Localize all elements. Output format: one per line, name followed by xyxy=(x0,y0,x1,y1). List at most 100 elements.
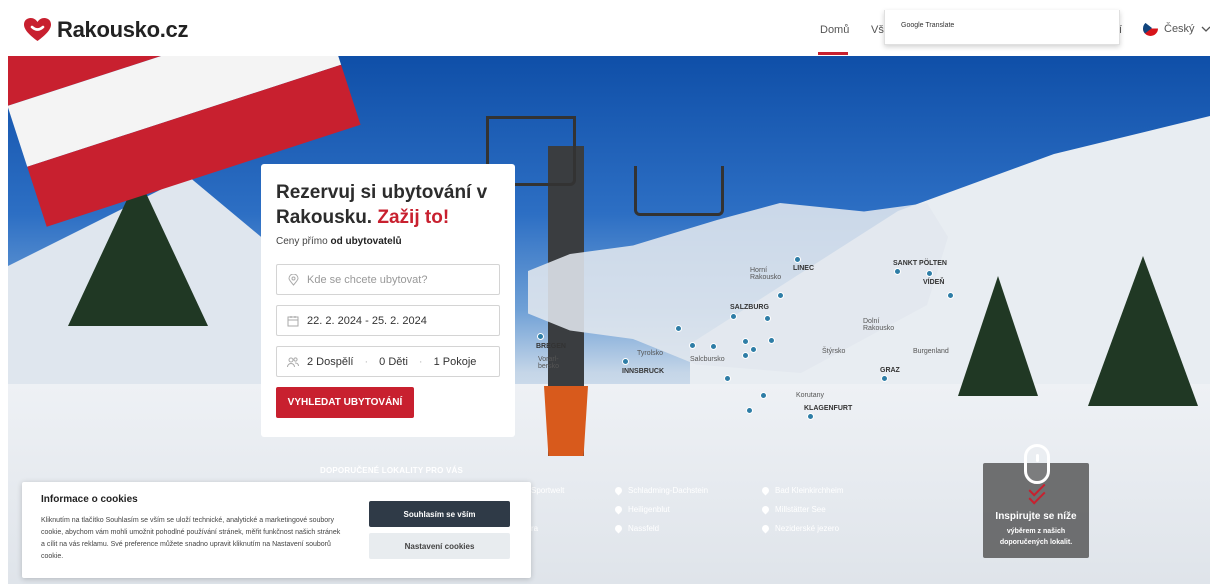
map-pin[interactable] xyxy=(537,333,544,340)
people-icon xyxy=(287,356,300,368)
accept-all-cookies-button[interactable]: Souhlasím se vším xyxy=(369,501,510,527)
nav-active-indicator xyxy=(818,52,848,55)
map-pin[interactable] xyxy=(622,358,629,365)
location-label: Millstätter See xyxy=(775,505,826,514)
heart-logo-icon xyxy=(24,18,51,41)
separator-dot: · xyxy=(364,355,369,368)
calendar-icon xyxy=(287,315,299,327)
location-link[interactable]: Heiligenblut xyxy=(613,504,670,515)
google-translate-bar: Google Translate xyxy=(884,10,1120,45)
map-pin[interactable] xyxy=(894,268,901,275)
inspire-text: výběrem z našich doporučených lokalit. xyxy=(999,528,1073,546)
czech-flag-icon xyxy=(1143,21,1158,36)
search-card: Rezervuj si ubytování v Rakousku. Zažij … xyxy=(261,164,515,437)
map-label-city: LINEC xyxy=(793,265,814,272)
map-label-region: Tyrolsko xyxy=(637,350,664,357)
map-pin[interactable] xyxy=(760,392,767,399)
lift-pylon-padding xyxy=(544,386,588,456)
cookie-text: Kliknutím na tlačítko Souhlasím se vším … xyxy=(41,517,341,560)
map-pin[interactable] xyxy=(742,352,749,359)
pin-icon xyxy=(760,523,771,534)
guests-children: 0 Děti xyxy=(379,355,408,368)
map-label-city: SALZBURG xyxy=(730,304,769,311)
location-label: Bad Kleinkirchheim xyxy=(775,486,844,495)
map-label-region: Korutany xyxy=(796,392,825,399)
map-label-region: Vorarl- bersko xyxy=(538,356,560,370)
map-label-region: Horní Rakousko xyxy=(750,267,782,281)
location-input[interactable]: Kde se chcete ubytovat? xyxy=(276,264,500,295)
location-label: Schladming-Dachstein xyxy=(628,486,709,495)
map-label-city: VÍDEŇ xyxy=(923,279,945,286)
guests-input[interactable]: 2 Dospělí · 0 Děti · 1 Pokoje xyxy=(276,346,500,377)
date-range-value: 22. 2. 2024 - 25. 2. 2024 xyxy=(307,314,427,327)
pin-icon xyxy=(760,485,771,496)
map-label-region: Burgenland xyxy=(913,348,949,355)
cookie-title: Informace o cookies xyxy=(41,494,138,505)
location-pin-icon xyxy=(287,273,299,286)
chevron-down-icon xyxy=(1201,26,1210,32)
chairlift-seat xyxy=(634,166,724,216)
map-pin[interactable] xyxy=(777,292,784,299)
location-link[interactable]: Neziderské jezero xyxy=(760,523,840,534)
pin-icon xyxy=(613,504,624,515)
cookie-settings-button[interactable]: Nastavení cookies xyxy=(369,533,510,559)
map-pin[interactable] xyxy=(807,413,814,420)
site-logo[interactable]: Rakousko.cz xyxy=(24,17,189,43)
inspire-heading: Inspirujte se níže xyxy=(995,511,1077,522)
subtitle-prefix: Ceny přímo xyxy=(276,236,328,247)
map-label-region: Dolní Rakousko xyxy=(863,318,895,332)
recommended-title: DOPORUČENÉ LOKALITY PRO VÁS xyxy=(320,466,464,475)
site-header: Rakousko.cz Domů Vše í Google Translate … xyxy=(0,0,1210,56)
search-accommodation-button[interactable]: VYHLEDAT UBYTOVÁNÍ xyxy=(276,387,414,418)
location-label: Neziderské jezero xyxy=(775,524,840,533)
map-pin[interactable] xyxy=(794,256,801,263)
map-pin[interactable] xyxy=(746,407,753,414)
map-pin[interactable] xyxy=(947,292,954,299)
cookie-banner: Informace o cookies Kliknutím na tlačítk… xyxy=(22,482,531,578)
search-card-subtitle: Ceny přímo od ubytovatelů xyxy=(276,236,402,247)
map-label-city: INNSBRUCK xyxy=(622,368,664,375)
map-pin[interactable] xyxy=(764,315,771,322)
map-pin[interactable] xyxy=(768,337,775,344)
guests-rooms: 1 Pokoje xyxy=(433,355,477,368)
guests-adults: 2 Dospělí xyxy=(307,355,354,368)
location-link[interactable]: Millstätter See xyxy=(760,504,826,515)
map-label-region: Štýrsko xyxy=(822,348,846,355)
map-pin[interactable] xyxy=(750,346,757,353)
map-label-city: SANKT PÖLTEN xyxy=(893,260,947,267)
pin-icon xyxy=(613,485,624,496)
map-pin[interactable] xyxy=(730,313,737,320)
map-pin[interactable] xyxy=(710,343,717,350)
location-link[interactable]: Nassfeld xyxy=(613,523,660,534)
map-pin[interactable] xyxy=(689,342,696,349)
google-translate-label: Google Translate xyxy=(901,22,955,29)
pin-icon xyxy=(613,523,624,534)
map-label-city: KLAGENFURT xyxy=(804,405,853,412)
map-pin[interactable] xyxy=(675,325,682,332)
subtitle-bold: od ubytovatelů xyxy=(330,236,402,247)
date-range-input[interactable]: 22. 2. 2024 - 25. 2. 2024 xyxy=(276,305,500,336)
language-label: Český xyxy=(1164,22,1195,35)
language-selector[interactable]: Český xyxy=(1143,21,1210,36)
map-pin[interactable] xyxy=(724,375,731,382)
search-card-title: Rezervuj si ubytování v Rakousku. Zažij … xyxy=(276,180,506,230)
mouse-scroll-icon xyxy=(1024,444,1050,484)
map-pin[interactable] xyxy=(881,375,888,382)
location-placeholder: Kde se chcete ubytovat? xyxy=(307,273,428,286)
pin-icon xyxy=(760,504,771,515)
map-pin[interactable] xyxy=(742,338,749,345)
separator-dot: · xyxy=(418,355,423,368)
location-link[interactable]: Bad Kleinkirchheim xyxy=(760,485,844,496)
brand-name: Rakousko.cz xyxy=(57,17,189,42)
map-label-city: GRAZ xyxy=(880,367,900,374)
location-link[interactable]: Sportwelt xyxy=(531,486,564,495)
nav-home[interactable]: Domů xyxy=(820,24,849,36)
location-label: ra xyxy=(531,524,539,533)
location-label: Sportwelt xyxy=(531,486,565,495)
location-link[interactable]: Schladming-Dachstein xyxy=(613,485,709,496)
map-label-region: Salcbursko xyxy=(690,356,725,363)
location-label: Nassfeld xyxy=(628,524,660,533)
location-label: Heiligenblut xyxy=(628,505,670,514)
map-pin[interactable] xyxy=(926,270,933,277)
location-link[interactable]: ra xyxy=(531,524,538,533)
